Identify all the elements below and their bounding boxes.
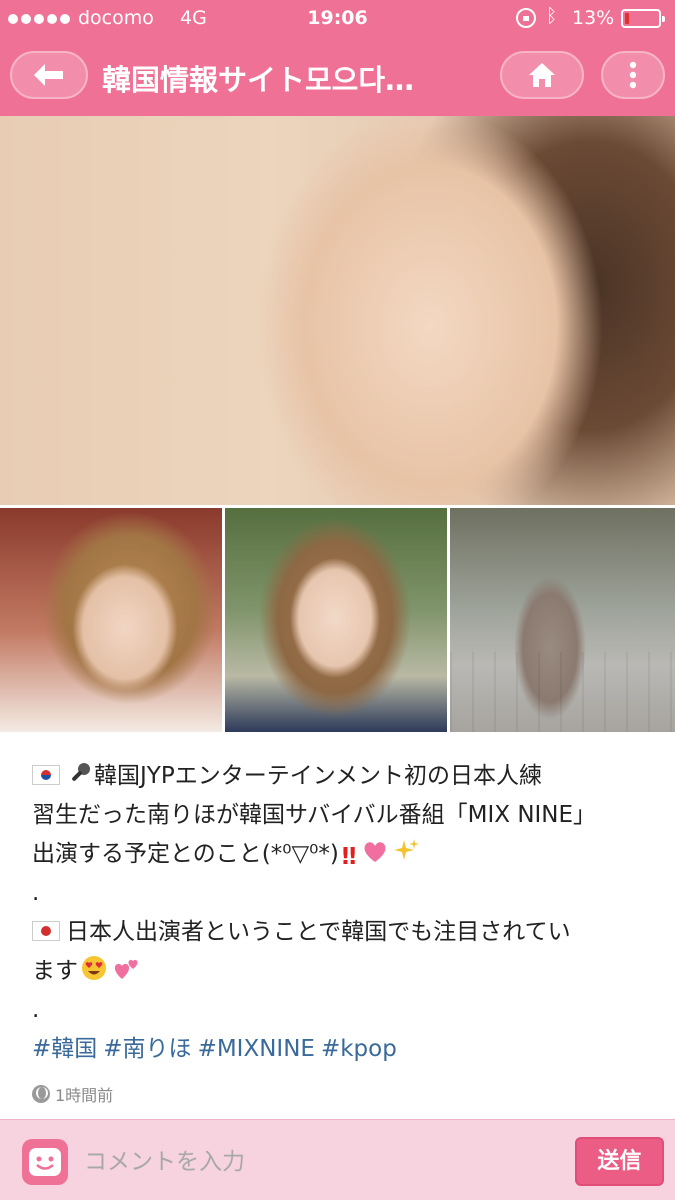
hashtag-link[interactable]: #MIXNINE: [198, 1036, 315, 1062]
post-photo-2[interactable]: [0, 508, 222, 732]
back-arrow-icon: [34, 64, 63, 86]
timestamp-text: 1時間前: [55, 1086, 114, 1105]
battery-percent: 13%: [572, 7, 615, 29]
hashtag-link[interactable]: #kpop: [321, 1036, 397, 1062]
post-line-5: 日本人出演者ということで韓国でも注目されてい: [32, 913, 647, 952]
post-text-line: ます: [32, 958, 78, 984]
rotation-lock-icon: [516, 8, 536, 28]
post-line-2: 習生だった南りほが韓国サバイバル番組「MIX NINE」: [32, 796, 647, 835]
sparkles-icon: [394, 838, 420, 877]
double-exclamation-icon: ‼: [341, 844, 357, 870]
post-photo-4[interactable]: [450, 508, 675, 732]
post-line-3: 出演する予定とのこと(*⁰▽⁰*) ‼: [32, 835, 647, 874]
post-text-line: 習生だった南りほが韓国サバイバル番組「MIX NINE」: [32, 802, 597, 828]
post-timestamp: 1時間前: [32, 1082, 113, 1106]
globe-icon: [32, 1085, 50, 1103]
status-bar: docomo 4G 19:06 ᛒ 13%: [0, 0, 675, 38]
japan-flag-icon: [32, 921, 60, 941]
post-text-line: .: [32, 880, 40, 906]
page-title: 韓国情報サイト모으다…: [102, 63, 415, 97]
post-line-7: .: [32, 991, 647, 1030]
hashtag-link[interactable]: #南りほ: [103, 1036, 191, 1062]
smiley-face-icon: [29, 1148, 61, 1176]
post-body: 韓国JYPエンターテインメント初の日本人練 習生だった南りほが韓国サバイバル番組…: [32, 757, 647, 1069]
heart-eyes-face-icon: [81, 955, 107, 994]
hashtag-list: #韓国 #南りほ #MIXNINE #kpop: [32, 1030, 647, 1069]
post-line-4: .: [32, 874, 647, 913]
hashtag-link[interactable]: #韓国: [32, 1036, 97, 1062]
post-line-6: ます: [32, 952, 647, 991]
korea-flag-icon: [32, 765, 60, 785]
microphone-icon: [69, 760, 91, 799]
post-photo-main[interactable]: [0, 116, 675, 505]
more-vertical-icon: [629, 61, 637, 89]
sticker-button[interactable]: [22, 1139, 68, 1185]
comment-input[interactable]: [84, 1142, 554, 1182]
more-options-button[interactable]: [601, 51, 665, 99]
send-button[interactable]: 送信: [575, 1137, 664, 1186]
navigation-bar: 韓国情報サイト모으다…: [0, 38, 675, 116]
two-hearts-icon: [113, 955, 141, 994]
post-text-line: 出演する予定とのこと(*⁰▽⁰*): [32, 841, 339, 867]
pink-heart-icon: [362, 838, 388, 877]
post-text-line: 日本人出演者ということで韓国でも注目されてい: [66, 919, 571, 945]
battery-icon: [621, 9, 665, 28]
back-button[interactable]: [10, 51, 88, 99]
home-button[interactable]: [500, 51, 584, 99]
home-icon: [529, 63, 555, 87]
post-line-1: 韓国JYPエンターテインメント初の日本人練: [32, 757, 647, 796]
post-text-line: .: [32, 997, 40, 1023]
battery-level-fill: [625, 13, 629, 24]
comment-bar: 送信: [0, 1119, 675, 1200]
app-header: docomo 4G 19:06 ᛒ 13% 韓国情報サイト모으다…: [0, 0, 675, 116]
post-text-line: 韓国JYPエンターテインメント初の日本人練: [94, 763, 543, 789]
bluetooth-icon: ᛒ: [546, 5, 558, 27]
post-photo-3[interactable]: [225, 508, 447, 732]
